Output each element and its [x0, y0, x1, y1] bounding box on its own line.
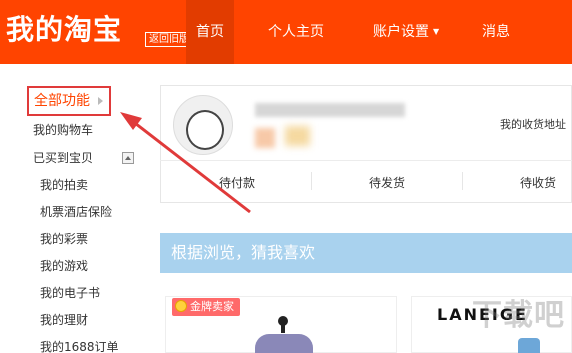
avatar[interactable]	[173, 95, 233, 155]
chevron-down-icon: ▼	[433, 27, 440, 36]
nav-home[interactable]: 首页	[186, 0, 234, 64]
blurred-username	[255, 103, 405, 117]
sidebar-item-auction[interactable]: 我的拍卖	[40, 177, 88, 193]
logo[interactable]: 我的淘宝	[6, 12, 122, 48]
sidebar-item-travel[interactable]: 机票酒店保险	[40, 204, 112, 220]
sidebar-item-finance[interactable]: 我的理财	[40, 312, 88, 328]
sidebar-item-lottery[interactable]: 我的彩票	[40, 231, 88, 247]
all-functions-label: 全部功能	[34, 93, 90, 109]
divider	[160, 160, 572, 161]
product-image	[281, 325, 285, 333]
blurred-badge	[285, 126, 310, 146]
address-link[interactable]: 我的收货地址	[500, 116, 566, 132]
nav-profile[interactable]: 个人主页	[268, 0, 324, 64]
blurred-badge	[255, 128, 275, 148]
sidebar-item-1688-orders[interactable]: 我的1688订单	[40, 339, 119, 353]
product-image	[518, 338, 540, 353]
tab-pending-payment[interactable]: 待付款	[219, 174, 255, 191]
nav-messages[interactable]: 消息	[482, 0, 510, 64]
sidebar-item-cart[interactable]: 我的购物车	[33, 122, 93, 138]
nav-account-settings[interactable]: 账户设置 ▼	[373, 0, 439, 64]
divider	[311, 172, 312, 190]
gold-seller-label: 金牌卖家	[190, 300, 234, 313]
sidebar-item-ebooks[interactable]: 我的电子书	[40, 285, 100, 301]
product-image	[255, 334, 313, 353]
watermark: 下载吧	[472, 298, 565, 333]
chevron-right-icon	[98, 97, 103, 105]
tab-pending-shipment[interactable]: 待发货	[369, 174, 405, 191]
avatar-face-icon	[186, 110, 224, 150]
sidebar-item-games[interactable]: 我的游戏	[40, 258, 88, 274]
gold-seller-badge: 金牌卖家	[172, 298, 240, 316]
all-functions-button[interactable]: 全部功能	[27, 86, 111, 116]
medal-icon	[175, 300, 187, 312]
divider	[462, 172, 463, 190]
tab-pending-receipt[interactable]: 待收货	[520, 174, 556, 191]
recommend-title: 根据浏览，猜我喜欢	[171, 243, 316, 262]
chevron-up-icon	[125, 156, 131, 160]
sidebar-item-purchased[interactable]: 已买到宝贝	[33, 150, 93, 166]
collapse-toggle[interactable]	[122, 152, 134, 164]
nav-account-settings-label: 账户设置	[373, 24, 429, 40]
